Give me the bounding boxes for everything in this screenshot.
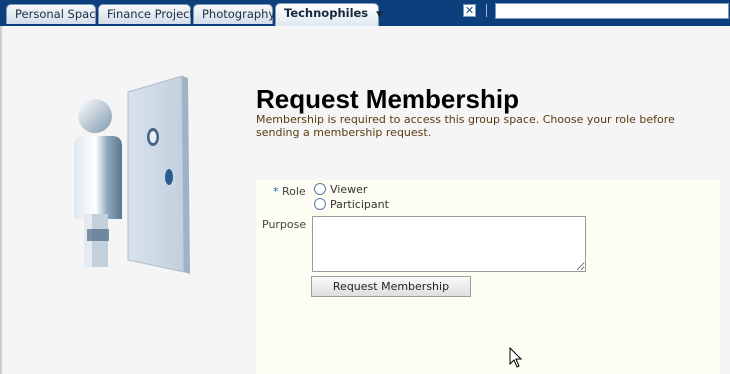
search-input[interactable] — [495, 3, 729, 19]
radio-label-viewer: Viewer — [330, 182, 368, 196]
top-tab-bar: Personal Space Finance Project Photograp… — [0, 0, 730, 26]
page-title: Request Membership — [256, 84, 519, 114]
tab-label: Technophiles — [284, 6, 369, 20]
purpose-label: Purpose — [262, 218, 307, 231]
tab-personal-space[interactable]: Personal Space — [6, 4, 103, 24]
toolbar-divider — [486, 4, 487, 17]
role-option-viewer[interactable]: Viewer — [314, 182, 367, 196]
tab-photography[interactable]: Photography — [193, 4, 276, 24]
close-icon[interactable]: ✕ — [463, 4, 476, 17]
door-person-illustration — [74, 75, 190, 274]
mouse-cursor-icon — [509, 347, 523, 368]
radio-label-participant: Participant — [330, 197, 389, 211]
role-label-text: Role — [282, 185, 306, 198]
request-membership-button[interactable]: Request Membership — [311, 276, 471, 297]
purpose-textarea[interactable] — [312, 216, 586, 272]
role-label: * Role — [273, 185, 306, 198]
tab-label: Photography — [202, 7, 276, 21]
tab-finance-project[interactable]: Finance Project — [98, 4, 194, 24]
tab-label: Finance Project — [107, 7, 194, 21]
required-marker: * — [273, 185, 279, 198]
page-description: Membership is required to access this gr… — [256, 113, 675, 139]
role-option-participant[interactable]: Participant — [314, 197, 389, 211]
tab-technophiles[interactable]: Technophiles ▼ — [275, 3, 383, 26]
radio-participant[interactable] — [314, 198, 326, 210]
tab-label: Personal Space — [15, 7, 103, 21]
radio-viewer[interactable] — [314, 183, 326, 195]
chevron-down-icon[interactable]: ▼ — [376, 10, 383, 20]
